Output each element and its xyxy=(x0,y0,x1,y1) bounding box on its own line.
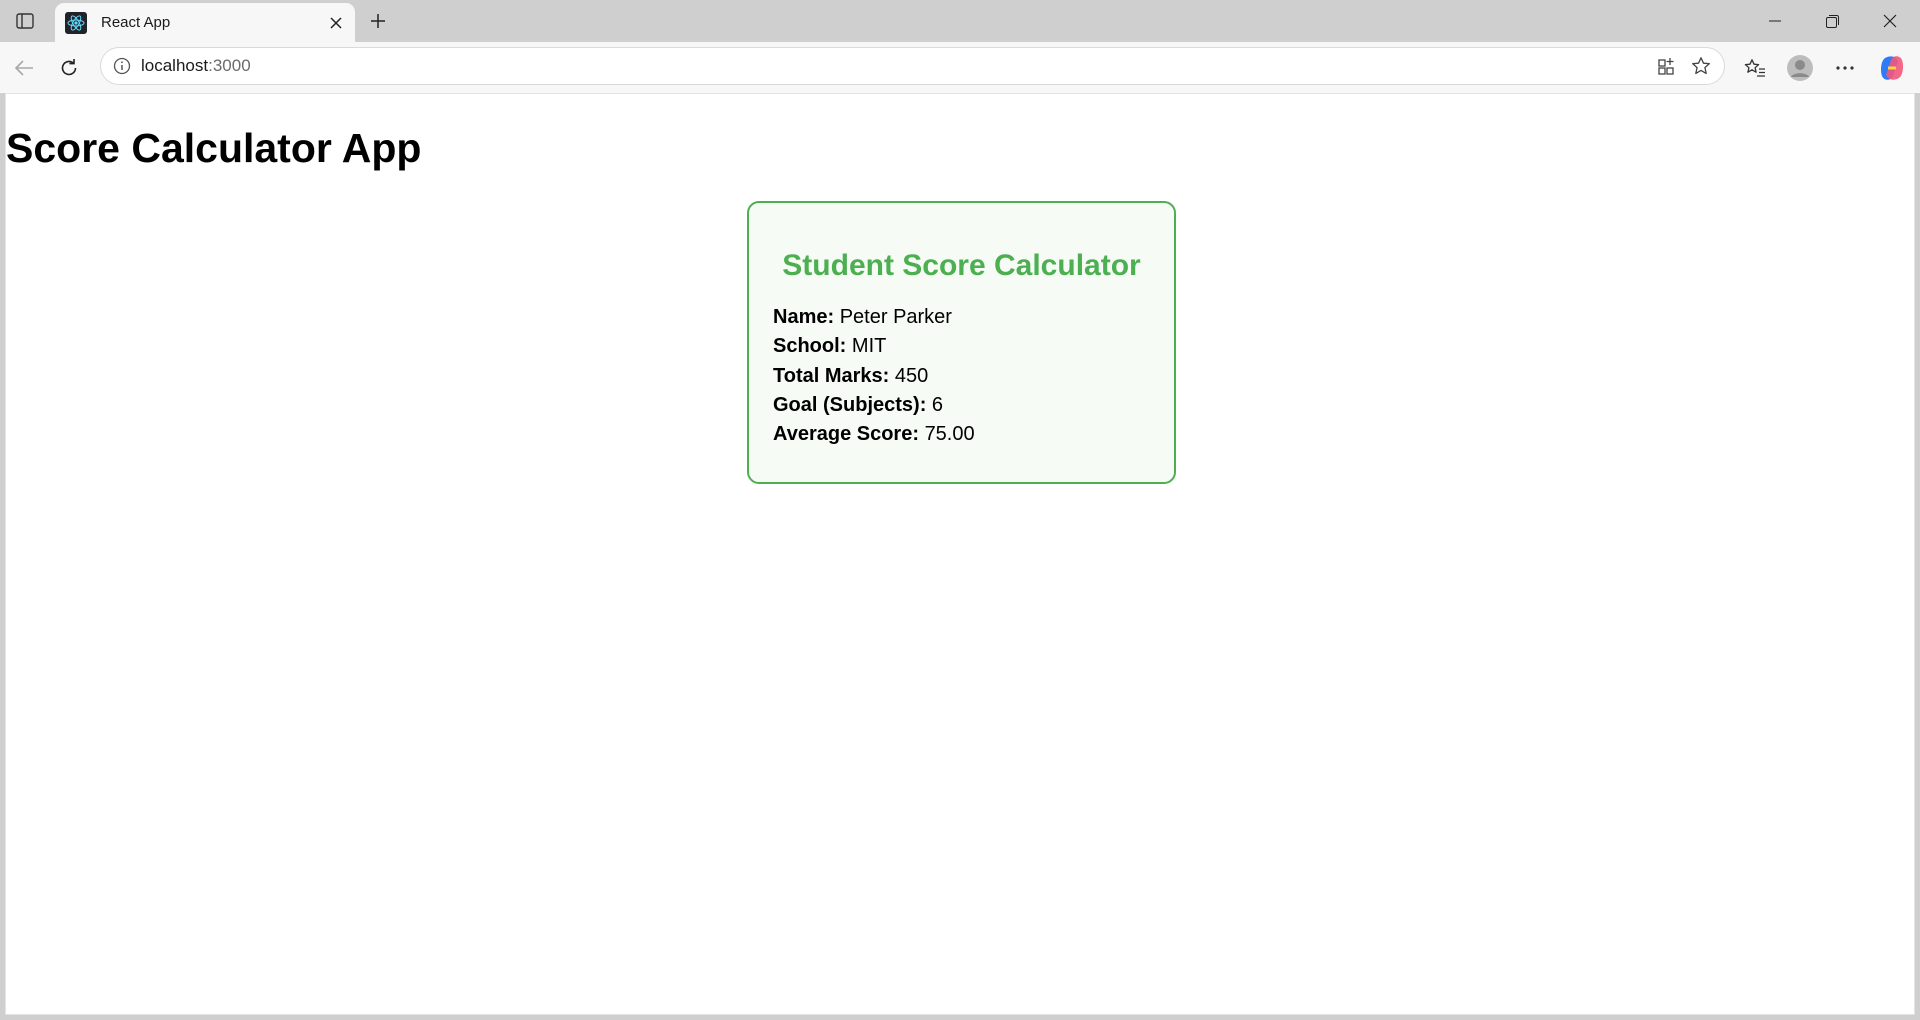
field-label: Average Score: xyxy=(773,423,919,446)
new-tab-icon[interactable] xyxy=(363,8,393,34)
field-label: Name: xyxy=(773,306,835,328)
copilot-icon[interactable] xyxy=(1876,52,1908,84)
more-options-icon[interactable] xyxy=(1829,52,1861,84)
favorite-star-icon[interactable] xyxy=(1684,49,1718,83)
browser-toolbar: localhost:3000 xyxy=(0,42,1920,93)
field-label: Total Marks: xyxy=(773,364,890,387)
field-value: 75.00 xyxy=(924,423,975,446)
field-label: Goal (Subjects): xyxy=(773,393,927,416)
field-value: 450 xyxy=(894,364,929,387)
address-bar[interactable]: localhost:3000 xyxy=(100,47,1725,85)
field-value: MIT xyxy=(851,335,887,358)
field-average-score: Average Score: 75.00 xyxy=(773,420,1150,449)
profile-avatar-icon[interactable] xyxy=(1784,52,1816,84)
field-name: Name: Peter Parker xyxy=(773,303,1150,332)
close-window-icon[interactable] xyxy=(1862,0,1918,42)
field-goal-subjects: Goal (Subjects): 6 xyxy=(773,391,1150,420)
url-port: :3000 xyxy=(208,56,251,75)
favorites-icon[interactable] xyxy=(1739,52,1771,84)
page-viewport: Score Calculator App Student Score Calcu… xyxy=(5,93,1915,1015)
tab-react-app[interactable]: React App xyxy=(55,3,355,42)
tab-actions-icon[interactable] xyxy=(10,8,40,34)
page-title: Score Calculator App xyxy=(6,125,422,171)
field-value: 6 xyxy=(931,393,944,416)
field-school: School: MIT xyxy=(773,332,1150,361)
site-info-icon[interactable] xyxy=(111,55,133,77)
field-label: School: xyxy=(773,335,847,358)
tab-strip: React App xyxy=(0,0,1920,42)
field-value: Peter Parker xyxy=(839,306,952,328)
url-text[interactable]: localhost:3000 xyxy=(141,56,1650,76)
tab-title: React App xyxy=(101,14,171,31)
field-total-marks: Total Marks: 450 xyxy=(773,362,1150,391)
score-card: Student Score Calculator Name: Peter Par… xyxy=(747,201,1176,484)
react-logo-icon xyxy=(65,11,87,34)
minimize-icon[interactable] xyxy=(1747,0,1803,42)
app-available-icon[interactable] xyxy=(1650,49,1684,83)
close-tab-icon[interactable] xyxy=(323,10,349,36)
restore-icon[interactable] xyxy=(1804,0,1860,42)
url-host: localhost xyxy=(141,56,209,75)
back-arrow-icon[interactable] xyxy=(8,52,40,84)
student-details: Name: Peter Parker School: MIT Total Mar… xyxy=(773,303,1150,449)
card-title: Student Score Calculator xyxy=(782,249,1141,282)
refresh-icon[interactable] xyxy=(53,52,85,84)
